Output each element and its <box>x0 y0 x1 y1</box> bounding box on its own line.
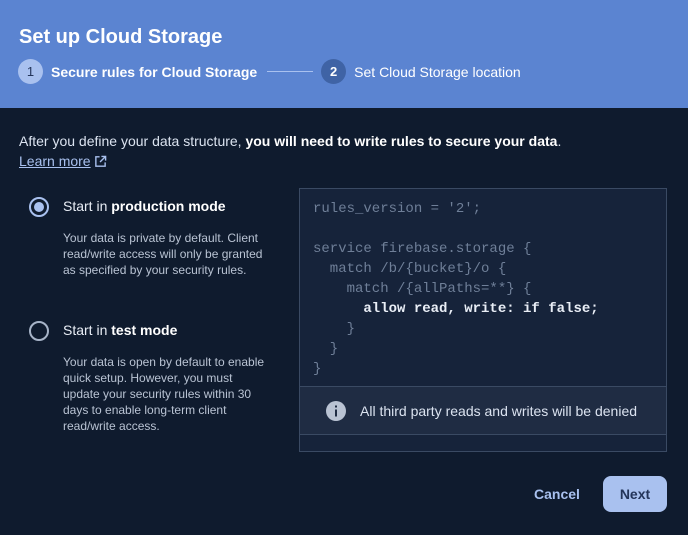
learn-more-link[interactable]: Learn more <box>19 153 107 169</box>
option-test-mode[interactable]: Start in test mode Your data is open by … <box>29 321 269 441</box>
production-mode-radio[interactable] <box>29 197 49 217</box>
production-mode-description: Your data is private by default. Client … <box>63 231 263 277</box>
dialog-header: Set up Cloud Storage 1 Secure rules for … <box>0 0 688 108</box>
production-mode-bold: production mode <box>111 198 226 214</box>
test-mode-title: Start in test mode <box>63 322 177 338</box>
test-mode-prefix: Start in <box>63 322 112 338</box>
info-icon <box>326 400 346 421</box>
intro-plain: After you define your data structure, <box>19 133 246 149</box>
code-line: rules_version = '2'; <box>313 201 482 217</box>
dialog-title: Set up Cloud Storage <box>19 26 223 48</box>
next-button[interactable]: Next <box>603 476 667 512</box>
code-line: match /{allPaths=**} { <box>313 281 532 297</box>
code-line: } <box>313 341 339 357</box>
intro-text: After you define your data structure, yo… <box>19 133 561 149</box>
rules-code-panel: rules_version = '2'; service firebase.sto… <box>299 188 667 452</box>
rules-notice: All third party reads and writes will be… <box>300 386 666 435</box>
code-line: } <box>313 361 322 377</box>
test-mode-description: Your data is open by default to enable q… <box>63 355 265 433</box>
test-mode-bold: test mode <box>111 322 178 338</box>
intro-bold: you will need to write rules to secure y… <box>245 133 558 149</box>
code-line-highlight: allow read, write: if false; <box>313 301 599 317</box>
external-link-icon <box>94 155 106 167</box>
production-mode-title: Start in production mode <box>63 198 226 214</box>
step-1-label: Secure rules for Cloud Storage <box>51 63 258 80</box>
notice-text: All third party reads and writes will be… <box>360 402 638 419</box>
rules-code: rules_version = '2'; service firebase.sto… <box>313 199 599 379</box>
test-mode-radio[interactable] <box>29 321 49 341</box>
cancel-button[interactable]: Cancel <box>522 477 592 511</box>
setup-dialog: Set up Cloud Storage 1 Secure rules for … <box>0 0 688 535</box>
code-line: match /b/{bucket}/o { <box>313 261 507 277</box>
code-line: service firebase.storage { <box>313 241 532 257</box>
code-line: } <box>313 321 356 337</box>
production-mode-prefix: Start in <box>63 198 112 214</box>
learn-more-label: Learn more <box>19 153 91 169</box>
stepper: 1 Secure rules for Cloud Storage 2 Set C… <box>18 59 521 84</box>
option-production-mode[interactable]: Start in production mode Your data is pr… <box>29 197 269 297</box>
intro-end: . <box>557 133 562 149</box>
step-1-number: 1 <box>18 59 43 84</box>
step-2-number: 2 <box>321 59 347 84</box>
step-connector <box>267 71 314 72</box>
step-2-label: Set Cloud Storage location <box>354 63 521 80</box>
